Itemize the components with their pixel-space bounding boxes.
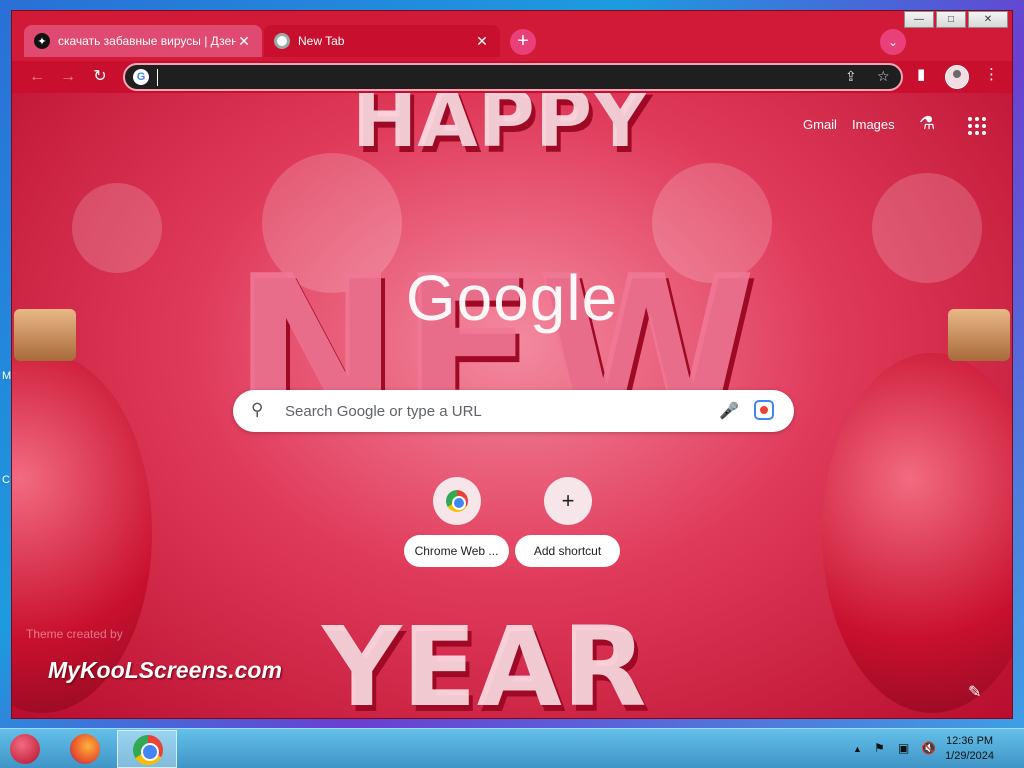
theme-text-happy: HAPPY — [352, 93, 649, 165]
address-bar[interactable]: G ⇪ ☆ — [123, 63, 903, 91]
browser-window: — □ ✕ ✦ скачать забавные вирусы | Дзен ✕… — [11, 10, 1013, 719]
shortcut-label: Chrome Web ... — [404, 535, 509, 567]
shortcut-label: Add shortcut — [515, 535, 620, 567]
desktop-icon-label: M — [2, 370, 12, 382]
reload-button[interactable]: ↻ — [87, 64, 113, 90]
menu-icon[interactable]: ⋮ — [984, 65, 999, 83]
search-input[interactable]: Search Google or type a URL — [285, 403, 482, 420]
plus-icon: + — [544, 477, 592, 525]
new-tab-button[interactable]: + — [510, 29, 536, 55]
firefox-icon[interactable] — [70, 734, 100, 764]
top-links: Gmail Images ⚗ — [712, 93, 1012, 153]
bookmark-star-icon[interactable]: ☆ — [877, 68, 890, 85]
taskbar-chrome-button[interactable] — [117, 730, 177, 768]
theme-credit[interactable]: Theme created by — [26, 627, 123, 641]
toolbar: ← → ↻ G ⇪ ☆ ▮ ⋮ — [12, 61, 1012, 93]
minimize-button[interactable]: — — [904, 11, 934, 28]
network-icon[interactable]: ▣ — [898, 741, 909, 755]
window-controls: — □ ✕ — [902, 11, 1008, 28]
text-cursor — [157, 69, 158, 86]
tray-expand-icon[interactable]: ▲ — [853, 744, 862, 754]
side-panel-icon[interactable]: ▮ — [917, 65, 925, 83]
tab-dzen[interactable]: ✦ скачать забавные вирусы | Дзен ✕ — [24, 25, 262, 57]
tab-title: New Tab — [298, 34, 345, 48]
action-center-flag-icon[interactable]: ⚑ — [874, 741, 885, 755]
taskbar: ▲ ⚑ ▣ 🔇 12:36 PM 1/29/2024 — [0, 728, 1024, 768]
system-clock[interactable]: 12:36 PM 1/29/2024 — [945, 734, 994, 764]
back-button[interactable]: ← — [24, 64, 50, 90]
ornament-right — [822, 353, 1012, 713]
new-tab-page: HAPPY NEW YEAR Gmail Images ⚗ Google ⚲ S… — [12, 93, 1012, 719]
share-icon[interactable]: ⇪ — [845, 68, 857, 85]
shortcut-icon-circle — [433, 477, 481, 525]
forward-button[interactable]: → — [55, 64, 81, 90]
profile-avatar[interactable] — [945, 65, 969, 89]
google-icon: G — [133, 69, 149, 85]
clock-date: 1/29/2024 — [945, 750, 994, 762]
volume-muted-icon[interactable]: 🔇 — [921, 741, 936, 755]
close-tab-icon[interactable]: ✕ — [474, 33, 490, 50]
desktop-icon-label: C — [2, 474, 10, 486]
google-apps-icon[interactable] — [968, 117, 986, 135]
close-window-button[interactable]: ✕ — [968, 11, 1008, 28]
google-logo: Google — [405, 262, 619, 334]
google-lens-icon[interactable] — [754, 400, 774, 420]
customize-pencil-icon[interactable]: ✎ — [968, 682, 981, 702]
close-tab-icon[interactable]: ✕ — [236, 33, 252, 50]
theme-text-year: YEAR — [322, 603, 647, 719]
search-icon: ⚲ — [251, 400, 264, 419]
theme-brand-watermark: MyKooLScreens.com — [48, 657, 282, 683]
chrome-icon — [133, 735, 163, 765]
chrome-icon — [274, 33, 290, 49]
ornament-app-icon[interactable] — [10, 734, 40, 764]
tab-title: скачать забавные вирусы | Дзен — [58, 34, 236, 48]
tab-search-button[interactable]: ⌄ — [880, 29, 906, 55]
microphone-icon[interactable]: 🎤 — [719, 401, 739, 421]
shortcut-chrome-web-store[interactable]: Chrome Web ... — [397, 467, 517, 577]
theme-bokeh — [72, 183, 162, 273]
search-box[interactable]: ⚲ Search Google or type a URL 🎤 — [233, 390, 794, 432]
images-link[interactable]: Images — [852, 117, 895, 132]
shortcut-add[interactable]: + Add shortcut — [508, 467, 628, 577]
gmail-link[interactable]: Gmail — [803, 117, 837, 132]
dzen-icon: ✦ — [34, 33, 50, 49]
tab-new-tab[interactable]: New Tab ✕ — [264, 25, 500, 57]
chrome-web-store-icon — [446, 490, 468, 512]
title-bar: — □ ✕ ✦ скачать забавные вирусы | Дзен ✕… — [12, 11, 1012, 61]
clock-time: 12:36 PM — [945, 735, 994, 747]
labs-flask-icon[interactable]: ⚗ — [919, 113, 935, 134]
maximize-button[interactable]: □ — [936, 11, 966, 28]
